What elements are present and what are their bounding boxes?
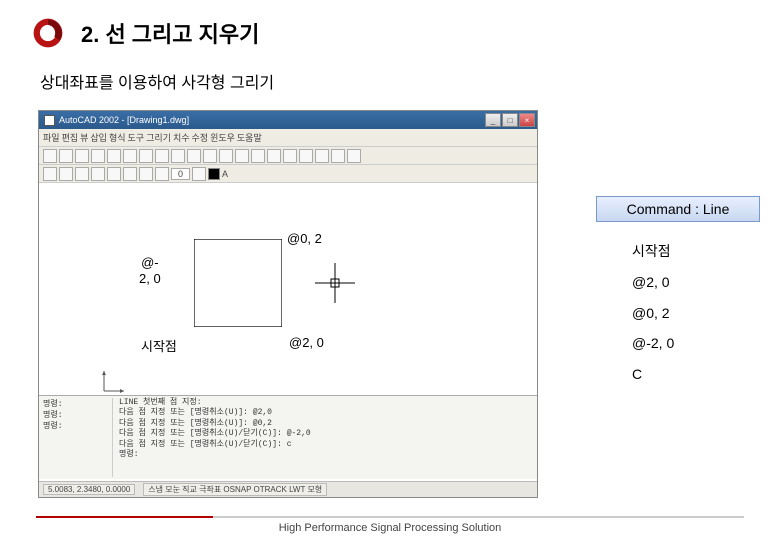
footer-text: High Performance Signal Processing Solut…	[279, 522, 502, 534]
command-console[interactable]: 명령: 명령: 명령: LINE 첫번째 점 지정: 다음 점 지정 또는 [명…	[39, 395, 537, 479]
tool-icon[interactable]	[203, 149, 217, 163]
window-controls: _ □ ×	[485, 113, 535, 127]
app-icon	[44, 115, 55, 126]
tool-icon[interactable]	[43, 149, 57, 163]
tool-icon[interactable]	[187, 149, 201, 163]
tool-icon[interactable]	[123, 149, 137, 163]
tool-icon[interactable]	[75, 167, 89, 181]
tool-icon[interactable]	[91, 167, 105, 181]
coord-label-top: @0, 2	[287, 231, 322, 247]
page-subtitle: 상대좌표를 이용하여 사각형 그리기	[0, 61, 780, 99]
coord-label-start: 시작점	[141, 339, 177, 355]
console-output: LINE 첫번째 점 지정: 다음 점 지정 또는 [명령취소(U)]: @2,…	[113, 398, 533, 477]
command-list: 시작점 @2, 0 @0, 2 @-2, 0 C	[596, 222, 760, 390]
slide-header: 2. 선 그리고 지우기	[0, 0, 780, 61]
toolbar-2: 0 A	[39, 165, 537, 183]
tool-icon[interactable]	[235, 149, 249, 163]
slide-footer: High Performance Signal Processing Solut…	[0, 512, 780, 534]
tool-icon[interactable]	[59, 167, 73, 181]
menu-item[interactable]: 그리기	[146, 131, 171, 144]
tool-icon[interactable]	[331, 149, 345, 163]
status-flags: 스냅 모눈 직교 극좌표 OSNAP OTRACK LWT 모형	[143, 483, 327, 496]
tool-icon[interactable]	[107, 167, 121, 181]
window-title: AutoCAD 2002 - [Drawing1.dwg]	[59, 115, 189, 125]
tool-icon[interactable]	[251, 149, 265, 163]
page-title: 2. 선 그리고 지우기	[81, 17, 259, 49]
tool-icon[interactable]	[283, 149, 297, 163]
menubar: 파일 편집 뷰 삽입 형식 도구 그리기 치수 수정 윈도우 도움말	[39, 129, 537, 147]
coord-label-bottom: @2, 0	[289, 335, 324, 351]
menu-item[interactable]: 삽입	[90, 131, 107, 144]
tool-icon[interactable]	[123, 167, 137, 181]
maximize-button[interactable]: □	[502, 113, 518, 127]
cmd-item: @0, 2	[632, 298, 760, 329]
tool-icon[interactable]	[75, 149, 89, 163]
cmd-item: @2, 0	[632, 267, 760, 298]
menu-item[interactable]: 편집	[62, 131, 79, 144]
tool-icon[interactable]	[315, 149, 329, 163]
cad-titlebar: AutoCAD 2002 - [Drawing1.dwg] _ □ ×	[39, 111, 537, 129]
cad-window: AutoCAD 2002 - [Drawing1.dwg] _ □ × 파일 편…	[38, 110, 538, 498]
tool-icon[interactable]	[59, 149, 73, 163]
menu-item[interactable]: 윈도우	[210, 131, 235, 144]
menu-item[interactable]: 도움말	[237, 131, 262, 144]
tool-icon[interactable]	[155, 149, 169, 163]
tool-icon[interactable]	[107, 149, 121, 163]
menu-item[interactable]: 형식	[109, 131, 126, 144]
crosshair-cursor-icon	[315, 263, 355, 308]
tool-icon[interactable]	[171, 149, 185, 163]
menu-item[interactable]: 파일	[43, 131, 60, 144]
tool-icon[interactable]	[91, 149, 105, 163]
logo-icon	[30, 15, 66, 51]
tool-icon[interactable]	[299, 149, 313, 163]
layer-dropdown[interactable]: 0	[171, 168, 190, 180]
console-prompt-col: 명령: 명령: 명령:	[43, 398, 113, 477]
close-button[interactable]: ×	[519, 113, 535, 127]
menu-item[interactable]: 치수	[173, 131, 190, 144]
color-swatch[interactable]	[208, 168, 220, 180]
cmd-item: 시작점	[632, 236, 760, 267]
coord-label-left: @- 2, 0	[139, 255, 161, 286]
statusbar: 5.0083, 2.3480, 0.0000 스냅 모눈 직교 극좌표 OSNA…	[39, 481, 537, 497]
tool-icon[interactable]	[267, 149, 281, 163]
tool-icon[interactable]	[43, 167, 57, 181]
drawing-canvas[interactable]: @- 2, 0 @0, 2 시작점 @2, 0 모델 / 배치1 / 배치2	[39, 183, 537, 413]
footer-divider	[36, 516, 744, 518]
status-coords: 5.0083, 2.3480, 0.0000	[43, 484, 135, 495]
minimize-button[interactable]: _	[485, 113, 501, 127]
square-shape	[194, 239, 282, 327]
text-label: A	[222, 169, 228, 179]
menu-item[interactable]: 도구	[128, 131, 145, 144]
tool-icon[interactable]	[155, 167, 169, 181]
tool-icon[interactable]	[192, 167, 206, 181]
tool-icon[interactable]	[139, 167, 153, 181]
command-panel-header: Command : Line	[596, 196, 760, 222]
toolbar-1	[39, 147, 537, 165]
tool-icon[interactable]	[219, 149, 233, 163]
cmd-item: C	[632, 359, 760, 390]
tool-icon[interactable]	[347, 149, 361, 163]
command-panel: Command : Line 시작점 @2, 0 @0, 2 @-2, 0 C	[596, 196, 760, 390]
ucs-icon	[99, 366, 129, 398]
menu-item[interactable]: 뷰	[80, 131, 88, 144]
cmd-item: @-2, 0	[632, 328, 760, 359]
menu-item[interactable]: 수정	[192, 131, 209, 144]
tool-icon[interactable]	[139, 149, 153, 163]
